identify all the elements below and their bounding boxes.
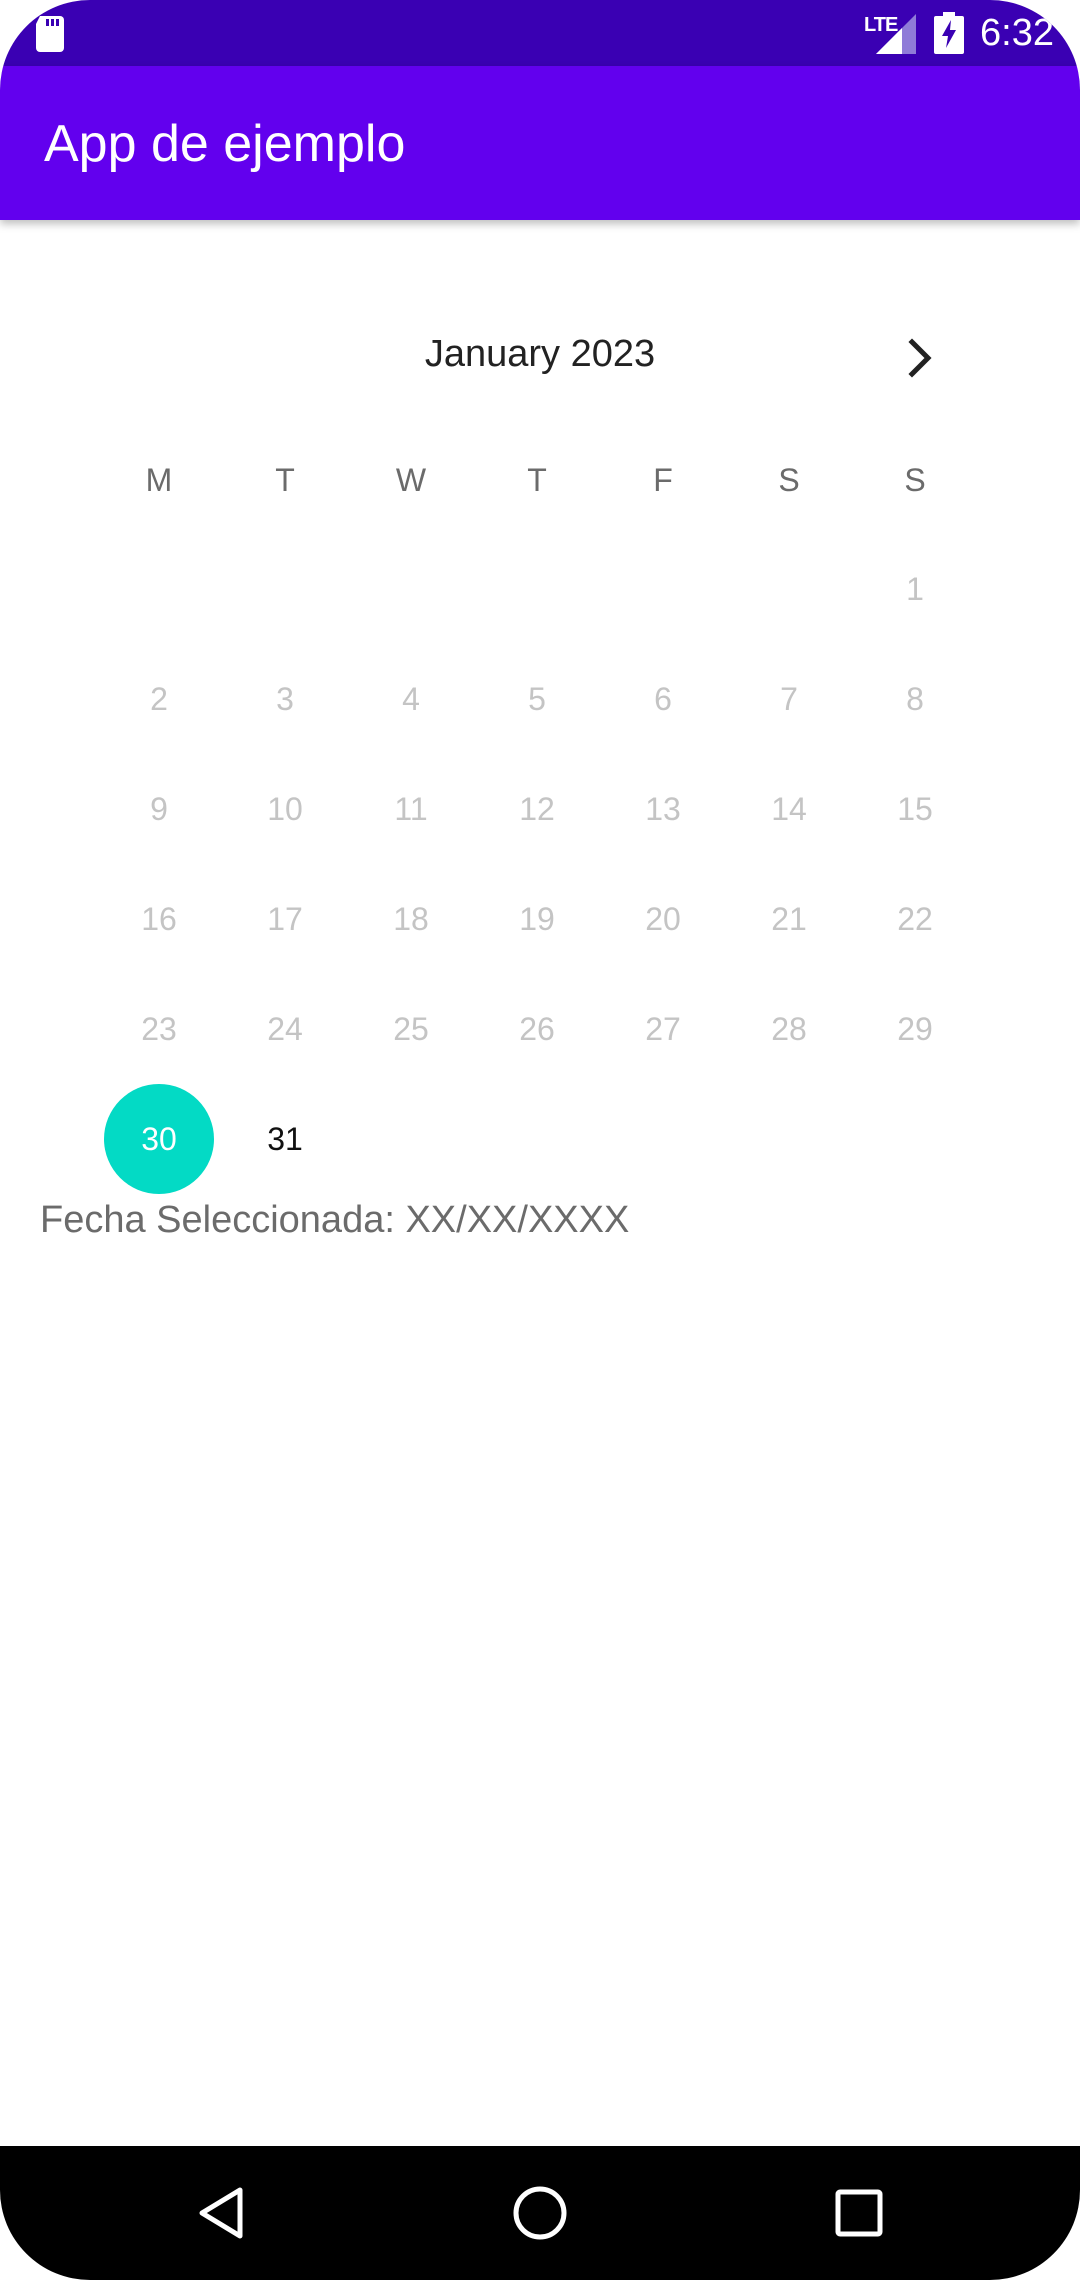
selected-day[interactable]: 30 bbox=[96, 1084, 222, 1194]
day-number: 5 bbox=[528, 680, 546, 717]
calendar-day: 22 bbox=[852, 864, 978, 974]
empty-day-cell bbox=[348, 534, 474, 644]
empty-day-cell bbox=[96, 534, 222, 644]
day-number: 21 bbox=[771, 900, 807, 937]
day-number: 31 bbox=[267, 1120, 303, 1157]
empty-day-cell bbox=[474, 534, 600, 644]
chevron-right-icon[interactable] bbox=[892, 330, 948, 386]
weekday-label: S bbox=[904, 462, 926, 498]
calendar-day: 11 bbox=[348, 754, 474, 864]
calendar-day: 24 bbox=[222, 974, 348, 1084]
selected-date-label: Fecha Seleccionada: XX/XX/XXXX bbox=[40, 1199, 630, 1241]
calendar-day: 8 bbox=[852, 644, 978, 754]
day-number: 15 bbox=[897, 790, 933, 827]
weekday-label: M bbox=[145, 462, 173, 498]
calendar-day: 19 bbox=[474, 864, 600, 974]
calendar-day-grid: 1 2 3 4 5 6 7 8 9 10 11 12 13 14 15 16 17 18 19 20 21 22 23 24 2… bbox=[96, 534, 978, 1194]
calendar-day: 7 bbox=[726, 644, 852, 754]
day-number: 12 bbox=[519, 790, 555, 827]
status-bar: LTE 6:32 bbox=[0, 0, 1080, 66]
day-number: 24 bbox=[267, 1010, 303, 1047]
day-number: 28 bbox=[771, 1010, 807, 1047]
calendar-day: 17 bbox=[222, 864, 348, 974]
weekday-label: T bbox=[527, 462, 547, 498]
day-number: 16 bbox=[141, 900, 177, 937]
day-number: 11 bbox=[394, 790, 428, 827]
calendar-day: 10 bbox=[222, 754, 348, 864]
day-number: 19 bbox=[519, 900, 555, 937]
back-icon[interactable] bbox=[190, 2180, 256, 2246]
weekday-label: S bbox=[778, 462, 800, 498]
day-number: 14 bbox=[771, 790, 807, 827]
calendar-day: 4 bbox=[348, 644, 474, 754]
day-number: 13 bbox=[645, 790, 681, 827]
day-number: 23 bbox=[141, 1010, 177, 1047]
calendar-day: 29 bbox=[852, 974, 978, 1084]
calendar-view: January 2023 M T W T F S S 1 2 3 4 5 6 7 8 9 10 11… bbox=[0, 300, 1080, 1200]
status-clock: 6:32 bbox=[980, 12, 1054, 54]
day-number: 1 bbox=[906, 570, 924, 607]
app-bar: App de ejemplo bbox=[0, 66, 1080, 220]
calendar-day: 9 bbox=[96, 754, 222, 864]
calendar-day: 15 bbox=[852, 754, 978, 864]
calendar-day: 6 bbox=[600, 644, 726, 754]
empty-day-cell bbox=[222, 534, 348, 644]
calendar-day: 21 bbox=[726, 864, 852, 974]
day-number: 7 bbox=[780, 680, 798, 717]
calendar-day: 1 bbox=[852, 534, 978, 644]
calendar-day: 16 bbox=[96, 864, 222, 974]
home-icon[interactable] bbox=[507, 2180, 573, 2246]
signal-icon bbox=[876, 14, 916, 54]
empty-day-cell bbox=[726, 534, 852, 644]
calendar-day: 18 bbox=[348, 864, 474, 974]
day-number: 29 bbox=[897, 1010, 933, 1047]
day-number: 27 bbox=[645, 1010, 681, 1047]
calendar-day: 14 bbox=[726, 754, 852, 864]
day-number: 30 bbox=[141, 1120, 177, 1157]
phone-screen: LTE 6:32 App de ejemplo January 2023 M T… bbox=[0, 0, 1080, 2280]
calendar-day: 28 bbox=[726, 974, 852, 1084]
calendar-day: 26 bbox=[474, 974, 600, 1084]
day-number: 17 bbox=[267, 900, 303, 937]
day-number: 9 bbox=[150, 790, 168, 827]
day-number: 4 bbox=[402, 680, 420, 717]
calendar-day: 12 bbox=[474, 754, 600, 864]
day-number: 25 bbox=[393, 1010, 429, 1047]
calendar-day: 5 bbox=[474, 644, 600, 754]
calendar-day: 20 bbox=[600, 864, 726, 974]
calendar-day: 23 bbox=[96, 974, 222, 1084]
app-title: App de ejemplo bbox=[44, 115, 406, 173]
battery-charging-icon bbox=[934, 12, 964, 54]
day-number: 22 bbox=[897, 900, 933, 937]
day-number: 8 bbox=[906, 680, 924, 717]
day-number: 6 bbox=[654, 680, 672, 717]
calendar-day: 2 bbox=[96, 644, 222, 754]
weekday-label: F bbox=[653, 462, 673, 498]
calendar-day[interactable]: 31 bbox=[222, 1084, 348, 1194]
navigation-bar bbox=[0, 2146, 1080, 2280]
empty-day-cell bbox=[600, 534, 726, 644]
weekday-header: M T W T F S S bbox=[96, 460, 978, 500]
day-number: 2 bbox=[150, 680, 168, 717]
day-number: 3 bbox=[276, 680, 294, 717]
calendar-day: 13 bbox=[600, 754, 726, 864]
recents-icon[interactable] bbox=[826, 2180, 892, 2246]
calendar-day: 25 bbox=[348, 974, 474, 1084]
day-number: 20 bbox=[645, 900, 681, 937]
day-number: 10 bbox=[267, 790, 303, 827]
calendar-day: 3 bbox=[222, 644, 348, 754]
weekday-label: W bbox=[395, 462, 427, 498]
sd-card-icon bbox=[36, 16, 64, 52]
weekday-label: T bbox=[275, 462, 295, 498]
day-number: 18 bbox=[393, 900, 429, 937]
calendar-day: 27 bbox=[600, 974, 726, 1084]
day-number: 26 bbox=[519, 1010, 555, 1047]
